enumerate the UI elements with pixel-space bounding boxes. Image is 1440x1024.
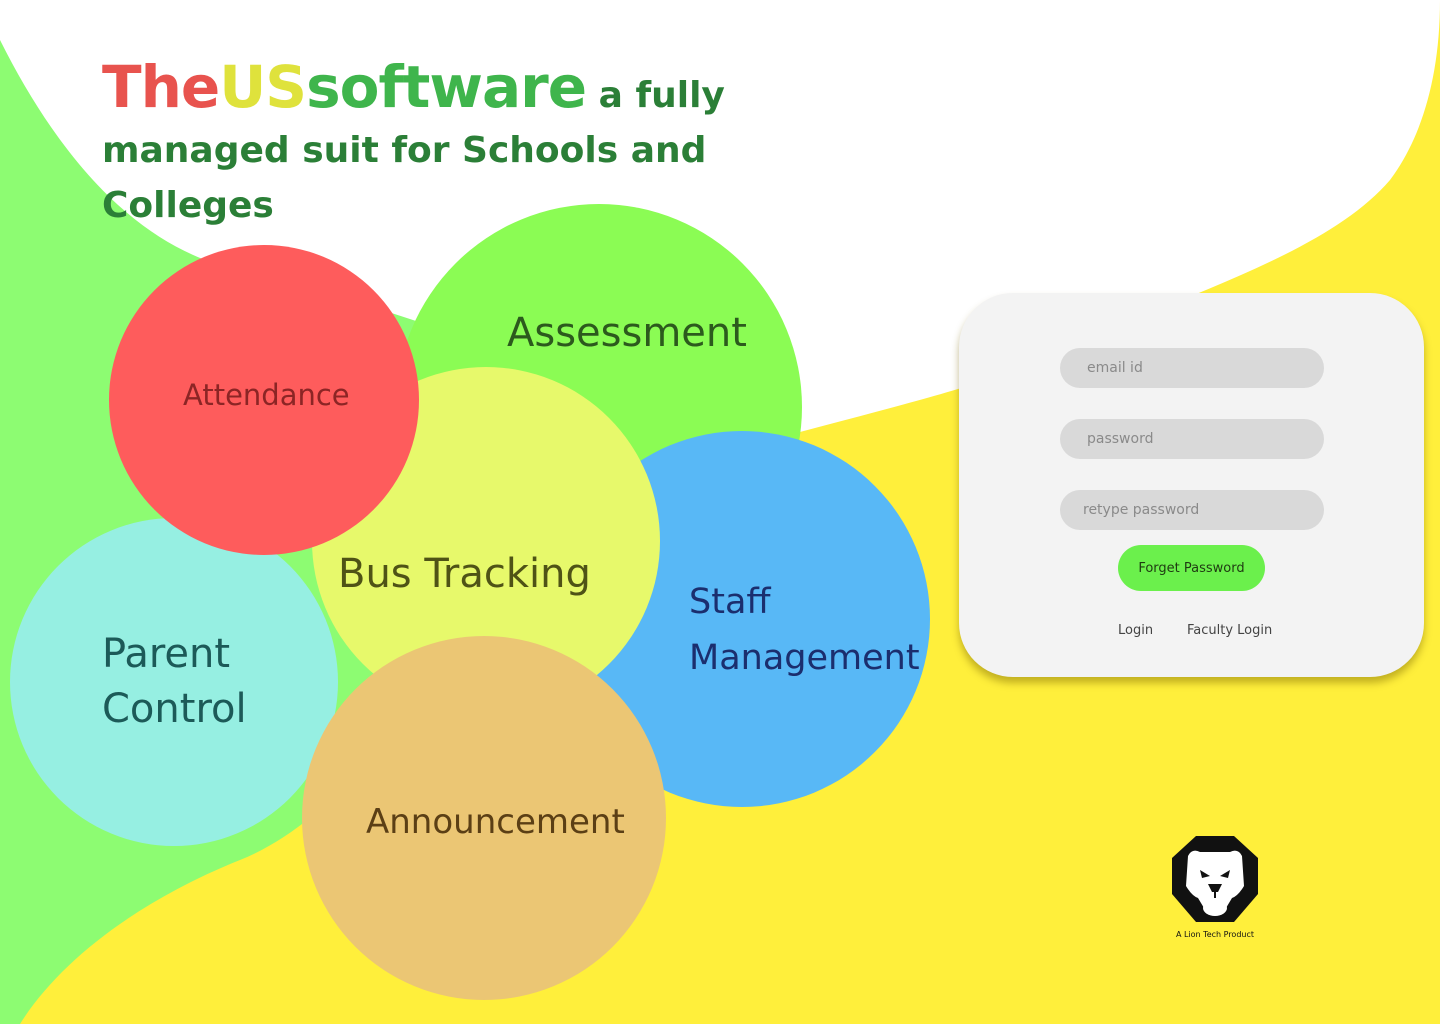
brand-name: TheUSsoftware xyxy=(102,53,587,121)
parent-control-label: Parent Control xyxy=(102,631,247,732)
faculty-login-link[interactable]: Faculty Login xyxy=(1187,623,1272,638)
company-tagline: A Lion Tech Product xyxy=(1175,930,1255,939)
staff-management-label: Staff Management xyxy=(689,582,920,678)
brand-part-us: US xyxy=(219,53,307,121)
bus-tracking-label: Bus Tracking xyxy=(338,551,591,597)
lion-chin xyxy=(1203,900,1227,916)
login-card: Forget Password Login Faculty Login xyxy=(959,293,1424,677)
brand-part-software: software xyxy=(306,53,587,121)
forget-password-button[interactable]: Forget Password xyxy=(1118,545,1265,591)
announcement-label: Announcement xyxy=(366,802,625,842)
attendance-label: Attendance xyxy=(183,378,350,412)
lion-icon xyxy=(1172,836,1258,922)
retype-password-field[interactable] xyxy=(1060,490,1324,530)
hero-headline: TheUSsoftware a fully managed suit for S… xyxy=(102,58,742,233)
brand-part-the: The xyxy=(102,53,220,121)
login-link[interactable]: Login xyxy=(1118,623,1153,638)
password-field[interactable] xyxy=(1060,419,1324,459)
assessment-label: Assessment xyxy=(507,310,747,356)
email-field[interactable] xyxy=(1060,348,1324,388)
